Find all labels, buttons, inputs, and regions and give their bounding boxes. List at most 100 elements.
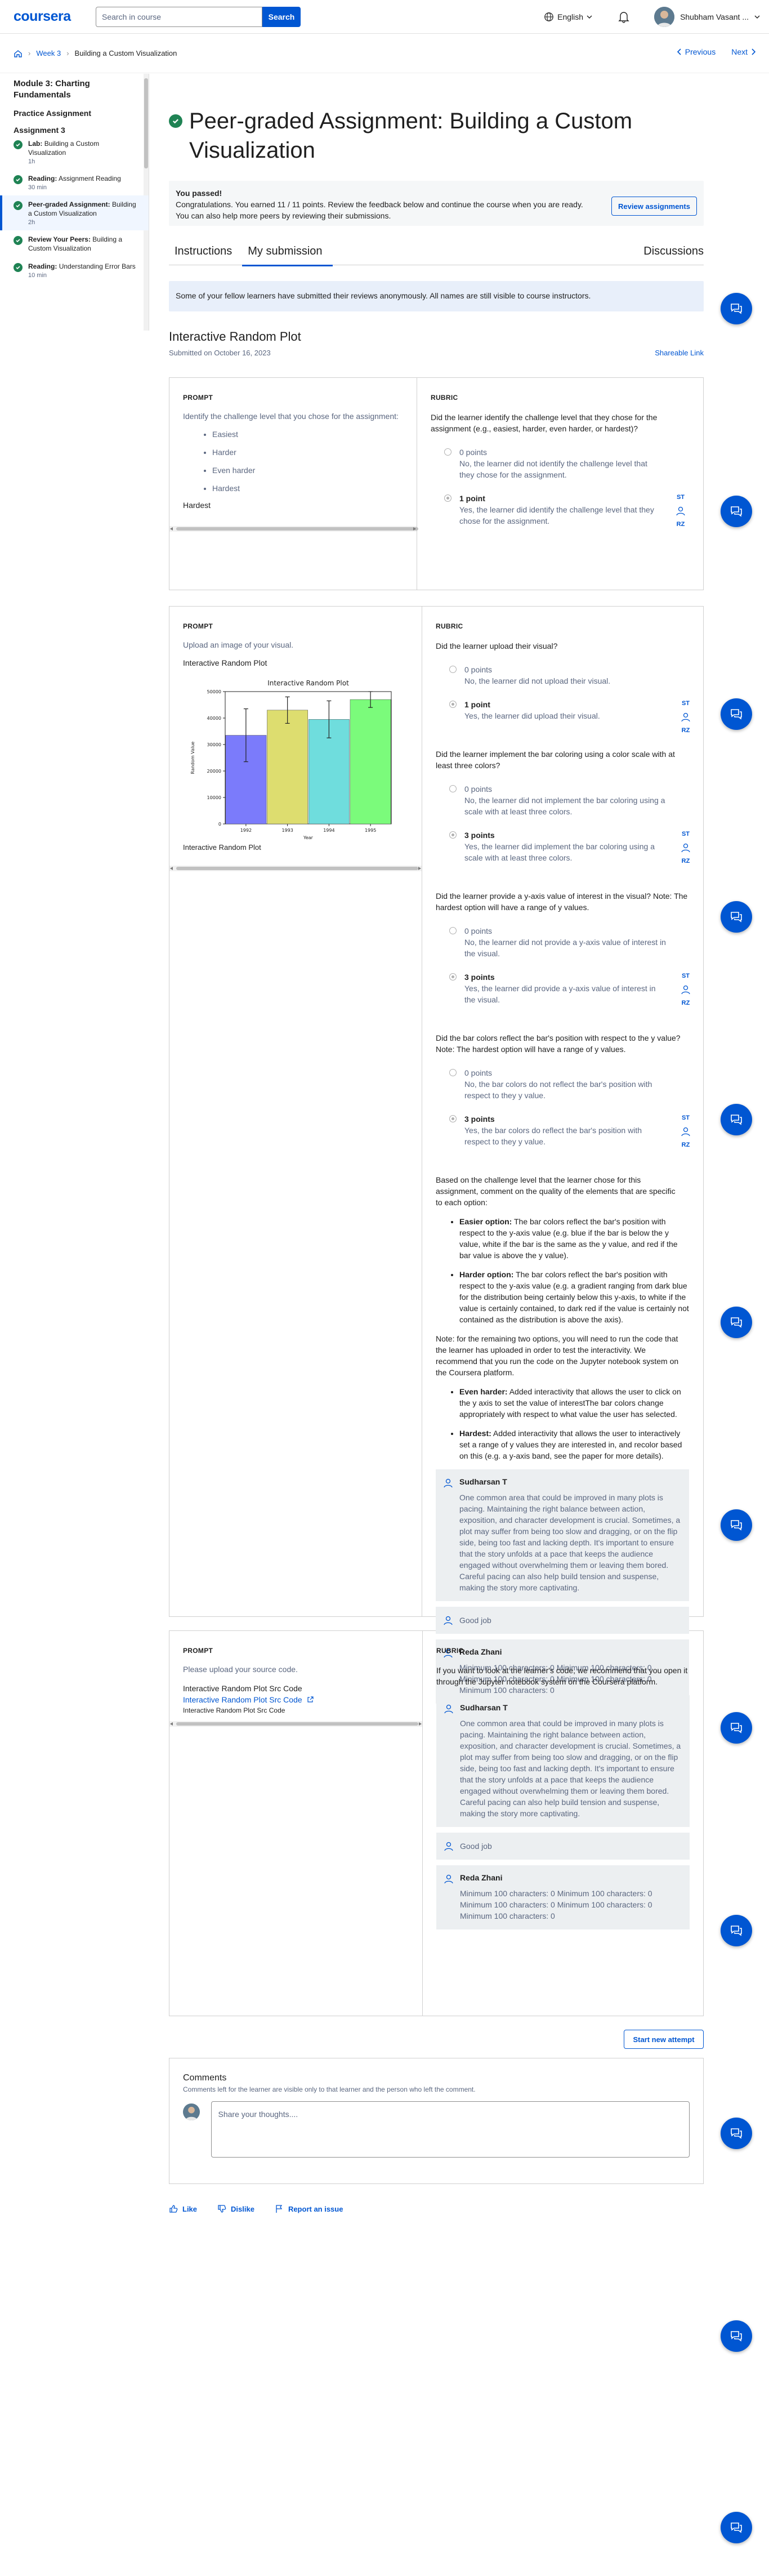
chat-button[interactable]	[721, 1712, 752, 1744]
option-criteria-list: Even harder: Added interactivity that al…	[436, 1386, 689, 1461]
chat-icon	[731, 304, 742, 314]
submission-item-code: PROMPT Please upload your source code. I…	[169, 1630, 704, 2016]
review-assignments-button[interactable]: Review assignments	[611, 197, 697, 216]
section-assignment[interactable]: Assignment 3	[0, 126, 149, 135]
chat-icon	[731, 1926, 742, 1936]
search-input[interactable]: Search in course	[96, 6, 262, 27]
reviewer-initials[interactable]: RZ	[672, 519, 690, 530]
item-duration: 10 min	[28, 272, 47, 279]
language-selector[interactable]: English	[544, 12, 592, 22]
radio-button	[449, 666, 457, 673]
report-issue-button[interactable]: Report an issue	[275, 2204, 343, 2213]
review-comment: Good job	[436, 1833, 690, 1860]
home-icon[interactable]	[14, 49, 23, 58]
comment-textarea[interactable]: Share your thoughts....	[211, 2101, 690, 2158]
user-icon[interactable]	[680, 1126, 691, 1137]
tab-my-submission[interactable]: My submission	[242, 242, 333, 266]
passed-banner: You passed! Congratulations. You earned …	[169, 181, 704, 226]
user-icon[interactable]	[680, 842, 691, 853]
chat-button[interactable]	[721, 698, 752, 730]
chart-title: Interactive Random Plot	[267, 679, 349, 687]
search-button[interactable]: Search	[262, 6, 301, 27]
chat-button[interactable]	[721, 2118, 752, 2149]
check-circle-icon	[14, 201, 23, 210]
coursera-logo[interactable]: coursera	[14, 8, 96, 25]
item-type: Peer-graded Assignment:	[28, 200, 110, 208]
user-icon[interactable]	[680, 984, 691, 995]
sidebar-item-review-peers[interactable]: Review Your Peers: Building a Custom Vis…	[0, 230, 149, 257]
item-type: Reading:	[28, 175, 57, 182]
chevron-down-icon[interactable]	[754, 14, 760, 20]
module-title[interactable]: Module 3: Charting Fundamentals	[0, 78, 149, 101]
prompt-label: PROMPT	[183, 1647, 213, 1655]
dislike-button[interactable]: Dislike	[217, 2204, 254, 2213]
chat-button[interactable]	[721, 293, 752, 324]
reviewer-list: ST RZ	[677, 698, 695, 736]
reviewer-initials[interactable]: RZ	[677, 1139, 695, 1151]
reviewer-list: ST RZ	[672, 492, 690, 530]
bell-icon[interactable]	[618, 11, 629, 23]
rubric-question: Did the learner provide a y-axis value o…	[436, 892, 688, 912]
tab-discussions[interactable]: Discussions	[643, 242, 704, 265]
horizontal-scrollbar[interactable]	[169, 1721, 422, 1727]
prompt-question: Identify the challenge level that you ch…	[183, 412, 399, 421]
next-button[interactable]: Next	[731, 47, 755, 56]
previous-button[interactable]: Previous	[677, 47, 716, 56]
chat-button[interactable]	[721, 1915, 752, 1946]
top-navbar: coursera Search in course Search English…	[0, 0, 769, 34]
sidebar-item-reading[interactable]: Reading: Assignment Reading 30 min	[0, 170, 149, 195]
sidebar-item-error-bars[interactable]: Reading: Understanding Error Bars 10 min	[0, 257, 149, 283]
bar	[350, 699, 391, 825]
user-name[interactable]: Shubham Vasant ...	[680, 12, 749, 21]
chat-button[interactable]	[721, 2512, 752, 2543]
rubric-option-selected: 1 point Yes, the learner did identify the…	[431, 492, 690, 530]
chat-button[interactable]	[721, 1104, 752, 1135]
like-button[interactable]: Like	[169, 2204, 197, 2213]
shareable-link[interactable]: Shareable Link	[655, 349, 704, 357]
chat-button[interactable]	[721, 901, 752, 933]
user-icon[interactable]	[680, 711, 691, 723]
chat-button[interactable]	[721, 496, 752, 527]
avatar[interactable]	[654, 7, 675, 27]
chat-button[interactable]	[721, 1509, 752, 1541]
option-text: No, the bar colors do not reflect the ba…	[464, 1080, 652, 1100]
reviewer-initials[interactable]: ST	[677, 698, 695, 709]
rubric-question: Did the learner upload their visual?	[436, 641, 558, 650]
external-link-icon[interactable]	[307, 1696, 314, 1703]
code-link[interactable]: Interactive Random Plot Src Code	[183, 1695, 302, 1704]
reviewer-initials[interactable]: ST	[672, 492, 690, 503]
list-item: Even harder	[212, 465, 403, 476]
chat-icon	[731, 709, 742, 720]
rubric-question: Did the learner identify the challenge l…	[431, 413, 658, 433]
chat-button[interactable]	[721, 1307, 752, 1338]
anonymous-notice: Some of your fellow learners have submit…	[169, 281, 704, 311]
criteria-label: Harder option:	[459, 1270, 514, 1279]
sidebar-item-lab[interactable]: Lab: Building a Custom Visualization 1h	[0, 135, 149, 170]
breadcrumb-week[interactable]: Week 3	[36, 49, 61, 57]
horizontal-scrollbar[interactable]	[169, 526, 418, 532]
reviewer-initials[interactable]: RZ	[677, 725, 695, 736]
reviewer-initials[interactable]: ST	[677, 828, 695, 840]
commenter-name: Sudharsan T	[459, 1477, 507, 1486]
reviewer-initials[interactable]: ST	[677, 1112, 695, 1124]
item-duration: 1h	[28, 158, 35, 165]
section-practice[interactable]: Practice Assignment	[0, 109, 149, 118]
chat-icon	[731, 1723, 742, 1733]
rubric-option-selected: 3 points Yes, the bar colors do reflect t…	[436, 1112, 695, 1148]
tab-instructions[interactable]: Instructions	[169, 242, 242, 265]
chat-button[interactable]	[721, 2320, 752, 2352]
chevron-right-icon: ›	[28, 49, 31, 57]
sidebar-item-peer-graded[interactable]: Peer-graded Assignment: Building a Custo…	[0, 195, 149, 230]
rubric-option-selected: 1 point Yes, the learner did upload their…	[436, 699, 695, 734]
globe-icon	[544, 12, 553, 21]
horizontal-scrollbar[interactable]	[169, 866, 422, 871]
user-icon[interactable]	[675, 505, 686, 516]
image-caption-secondary: Interactive Random Plot	[183, 843, 261, 852]
start-new-attempt-button[interactable]: Start new attempt	[624, 2030, 704, 2049]
submitted-date: Submitted on October 16, 2023	[169, 349, 271, 357]
x-tick-label: 1995	[365, 828, 376, 833]
option-text: Yes, the learner did identify the challe…	[459, 505, 654, 525]
reviewer-initials[interactable]: RZ	[677, 997, 695, 1009]
reviewer-initials[interactable]: RZ	[677, 855, 695, 867]
reviewer-initials[interactable]: ST	[677, 970, 695, 982]
